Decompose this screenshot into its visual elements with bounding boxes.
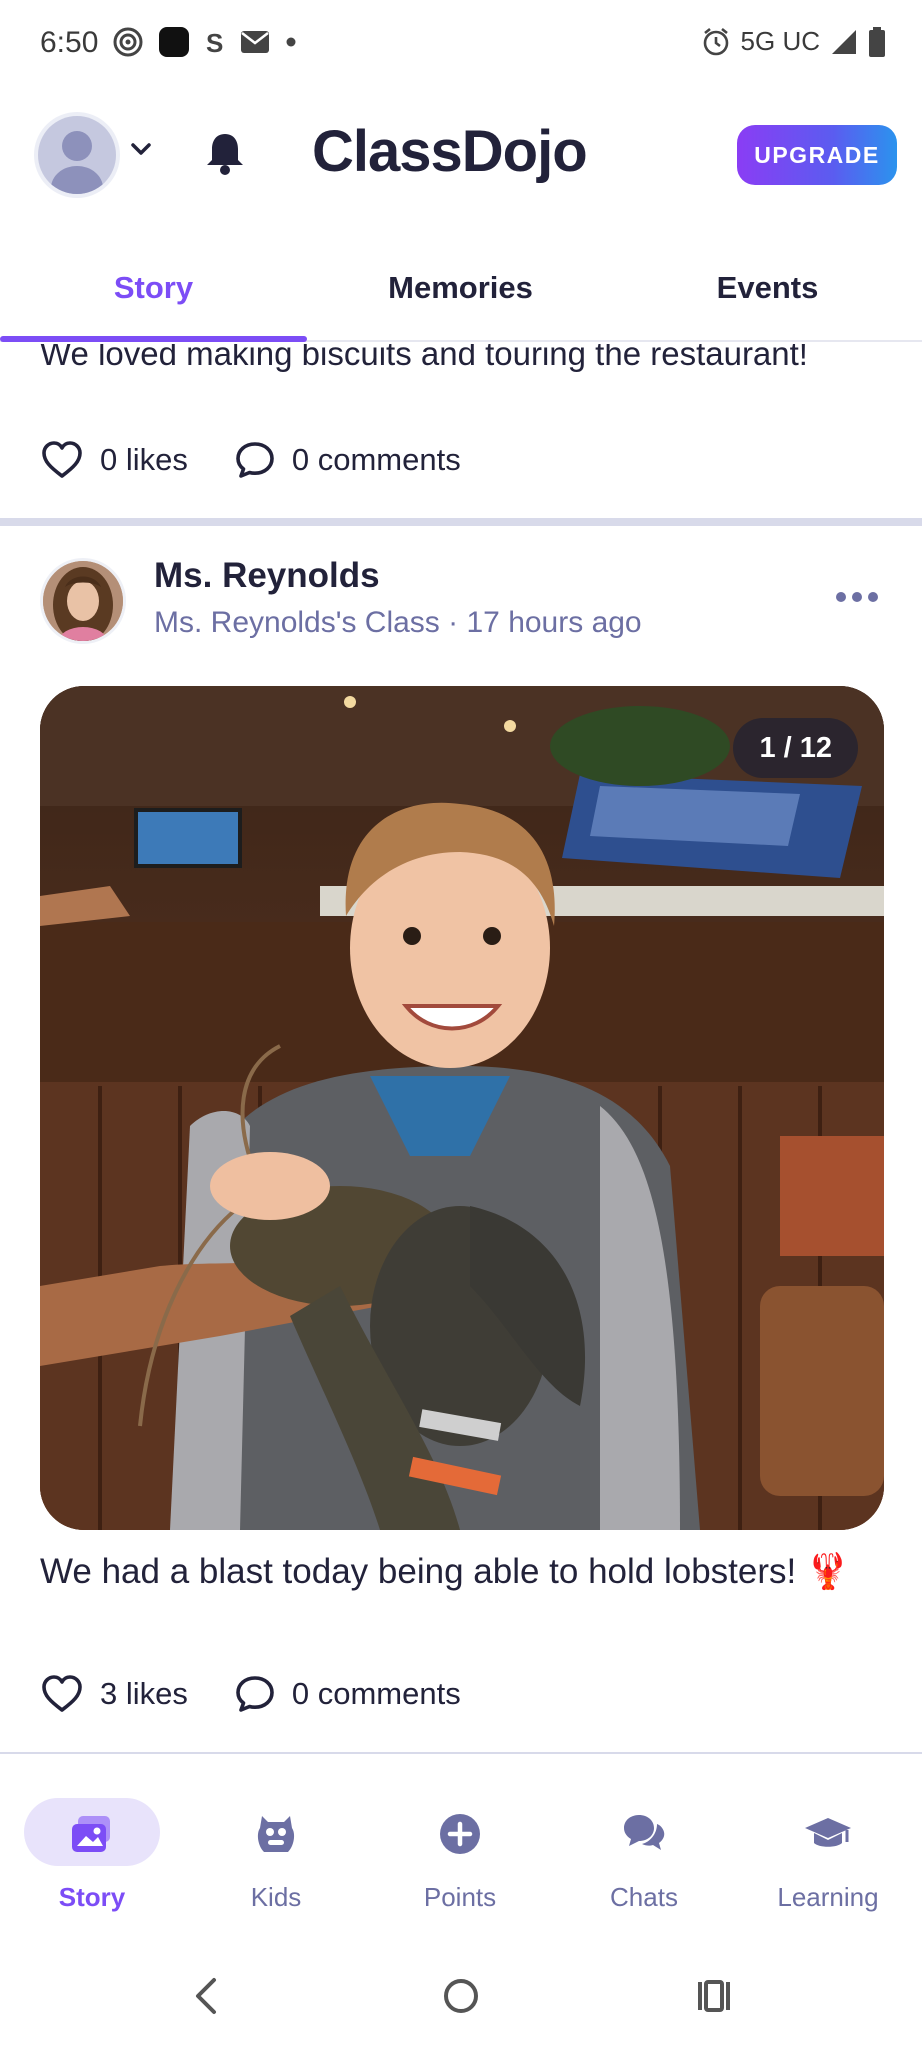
system-status-icons: 5G UC bbox=[701, 26, 886, 57]
app-header: ClassDojo UPGRADE bbox=[0, 100, 922, 210]
nav-points[interactable] bbox=[368, 1798, 552, 1854]
chevron-down-icon[interactable] bbox=[128, 136, 154, 162]
graduation-cap-icon bbox=[805, 1818, 851, 1847]
separator-dot: · bbox=[439, 606, 467, 639]
teacher-photo bbox=[43, 561, 123, 641]
post-caption: We had a blast today being able to hold … bbox=[40, 1552, 850, 1591]
system-navigation-bar bbox=[0, 1944, 922, 2048]
comments-count: 0 comments bbox=[291, 442, 461, 477]
story-feed[interactable]: We loved making biscuits and touring the… bbox=[0, 344, 922, 1754]
comments-count: 0 comments bbox=[291, 1676, 461, 1711]
dot-icon bbox=[286, 37, 296, 47]
likes-count: 3 likes bbox=[100, 1676, 188, 1711]
comment-icon bbox=[236, 442, 274, 478]
heart-icon bbox=[42, 441, 82, 478]
comment-button[interactable]: 0 comments bbox=[234, 1674, 461, 1714]
post-subline: Ms. Reynolds's Class · 17 hours ago bbox=[154, 606, 642, 640]
signal-icon bbox=[832, 29, 856, 54]
lobster-photo bbox=[40, 686, 884, 1530]
svg-text:S: S bbox=[206, 28, 223, 57]
class-name: Ms. Reynolds's Class bbox=[154, 606, 440, 639]
notifications-bell-icon[interactable] bbox=[204, 130, 246, 176]
post-photo[interactable]: 1 / 12 bbox=[40, 686, 884, 1530]
likes-count: 0 likes bbox=[100, 442, 188, 477]
tab-memories[interactable]: Memories bbox=[307, 270, 614, 306]
like-button[interactable]: 0 likes bbox=[40, 440, 188, 480]
nav-kids-label: Kids bbox=[250, 1882, 302, 1912]
notification-icons: S bbox=[112, 26, 298, 58]
previous-post-actions: 0 likes 0 comments bbox=[40, 440, 507, 480]
nav-chats-label: Chats bbox=[610, 1882, 678, 1912]
cash-app-icon: S bbox=[206, 28, 223, 57]
battery-icon bbox=[869, 26, 885, 57]
previous-post-caption: We loved making biscuits and touring the… bbox=[40, 344, 808, 372]
alarm-icon bbox=[703, 27, 728, 55]
mail-icon bbox=[241, 31, 269, 53]
back-icon[interactable] bbox=[186, 1974, 226, 2018]
nav-kids[interactable] bbox=[184, 1798, 368, 1852]
upgrade-button[interactable]: UPGRADE bbox=[737, 125, 897, 185]
home-icon[interactable] bbox=[439, 1974, 483, 2018]
person-icon bbox=[38, 116, 116, 194]
nav-points-label: Points bbox=[423, 1882, 497, 1912]
like-button[interactable]: 3 likes bbox=[40, 1674, 188, 1714]
brand-logo: ClassDojo bbox=[312, 119, 588, 184]
profile-avatar[interactable] bbox=[34, 112, 120, 198]
tab-bar: Story Memories Events bbox=[0, 230, 922, 342]
chat-bubbles-icon bbox=[624, 1815, 665, 1850]
bottom-navigation: Story Kids Points Chats Learning bbox=[0, 1764, 922, 1934]
nav-learning[interactable] bbox=[736, 1798, 920, 1847]
story-photos-icon bbox=[72, 1816, 110, 1852]
more-options-icon[interactable] bbox=[836, 592, 878, 602]
nav-story[interactable] bbox=[0, 1798, 184, 1852]
nav-learning-label: Learning bbox=[777, 1882, 879, 1912]
status-bar: 6:50 S 5G UC bbox=[0, 0, 922, 90]
hotspot-icon bbox=[113, 27, 143, 57]
post-actions: 3 likes 0 comments bbox=[40, 1674, 507, 1714]
post-divider bbox=[0, 1752, 922, 1754]
post-author[interactable]: Ms. Reynolds bbox=[154, 556, 380, 596]
status-time: 6:50 bbox=[40, 26, 99, 59]
app-notification-icon bbox=[159, 27, 189, 57]
network-type: 5G UC bbox=[740, 26, 820, 56]
nav-chats[interactable] bbox=[552, 1798, 736, 1850]
author-avatar[interactable] bbox=[40, 558, 126, 644]
comment-icon bbox=[236, 1676, 274, 1712]
post-divider bbox=[0, 518, 922, 526]
monster-icon bbox=[257, 1816, 295, 1852]
plus-circle-icon bbox=[440, 1814, 480, 1854]
comment-button[interactable]: 0 comments bbox=[234, 440, 461, 480]
photo-counter: 1 / 12 bbox=[733, 718, 858, 778]
tab-story[interactable]: Story bbox=[0, 270, 307, 306]
recents-icon[interactable] bbox=[692, 1974, 736, 2018]
nav-story-label: Story bbox=[58, 1882, 126, 1912]
post-time: 17 hours ago bbox=[466, 606, 642, 639]
tab-events[interactable]: Events bbox=[614, 270, 921, 306]
active-tab-indicator bbox=[0, 336, 307, 342]
heart-icon bbox=[42, 1675, 82, 1712]
